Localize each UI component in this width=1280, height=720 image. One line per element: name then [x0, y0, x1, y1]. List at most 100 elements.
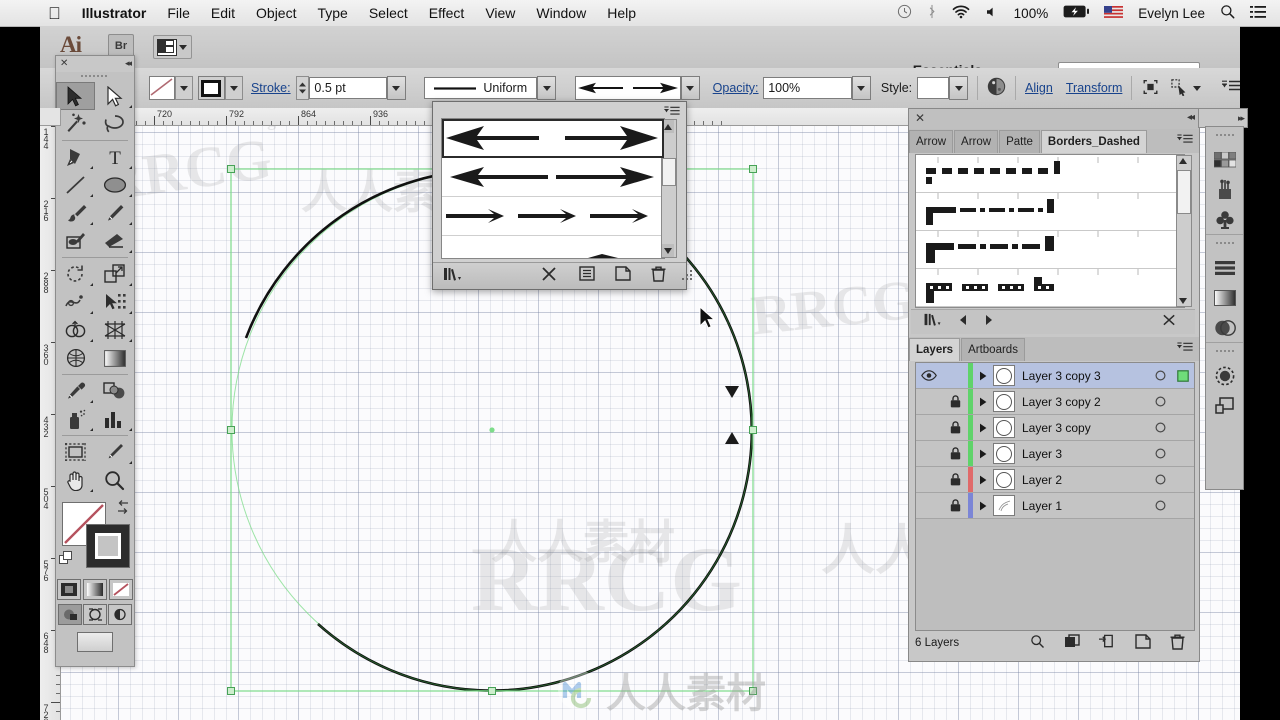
- spotlight-search-icon[interactable]: [1220, 4, 1235, 22]
- ellipse-tool[interactable]: [95, 171, 134, 199]
- clock-icon[interactable]: [897, 4, 912, 22]
- drag-handle[interactable]: [56, 72, 134, 82]
- lock-icon[interactable]: [942, 499, 968, 512]
- borders-dashed-list[interactable]: [915, 154, 1185, 308]
- collapse-to-icons-icon[interactable]: ◂◂: [1187, 112, 1195, 123]
- color-icon[interactable]: [57, 579, 81, 600]
- volume-icon[interactable]: [985, 5, 999, 22]
- recolor-artwork-icon[interactable]: [987, 77, 1006, 99]
- layer-name[interactable]: Layer 3 copy 2: [1022, 395, 1148, 409]
- shape-builder-tool[interactable]: [56, 316, 95, 344]
- scrollbar-thumb[interactable]: [662, 158, 676, 186]
- draw-inside-icon[interactable]: [108, 604, 132, 625]
- appearance-icon[interactable]: [1214, 365, 1236, 386]
- arrange-documents-button[interactable]: [153, 35, 192, 59]
- line-segment-tool[interactable]: [56, 171, 95, 199]
- us-flag-icon[interactable]: [1104, 5, 1124, 21]
- stroke-profile-dropdown[interactable]: [537, 76, 557, 100]
- symbol-sprayer-tool[interactable]: [56, 405, 95, 433]
- brush-row-arrow-triple-small[interactable]: [442, 197, 664, 236]
- delete-brush-icon[interactable]: [651, 266, 666, 287]
- remove-brush-stroke-icon[interactable]: [1162, 313, 1177, 332]
- stroke-weight-value[interactable]: 0.5 pt: [309, 77, 387, 99]
- brushes-icon[interactable]: [1214, 179, 1236, 200]
- panel-menu-icon[interactable]: [1177, 132, 1193, 150]
- menu-file[interactable]: File: [167, 5, 190, 21]
- layers-list[interactable]: Layer 3 copy 3 Layer 3 copy 2 Layer 3 copy…: [915, 362, 1195, 631]
- stroke-black-swatch[interactable]: [86, 524, 130, 568]
- graphic-style-swatch[interactable]: [916, 77, 950, 99]
- free-transform-tool[interactable]: [95, 288, 134, 316]
- align-icon[interactable]: [1214, 257, 1236, 278]
- stroke-swatch-dropdown[interactable]: [224, 76, 243, 100]
- brushes-popup-panel[interactable]: [432, 101, 692, 290]
- brush-libraries-icon[interactable]: [443, 266, 463, 287]
- make-release-clipping-mask-icon[interactable]: [1064, 634, 1080, 652]
- layer-name[interactable]: Layer 3 copy: [1022, 421, 1148, 435]
- border-row-dash-dot[interactable]: [916, 193, 1184, 231]
- lock-icon[interactable]: [942, 447, 968, 460]
- type-tool[interactable]: T: [95, 143, 134, 171]
- stroke-color-swatch[interactable]: [198, 76, 225, 100]
- expand-layer-triangle-icon[interactable]: [973, 501, 993, 511]
- artboard-tool[interactable]: [56, 438, 95, 466]
- opacity-label[interactable]: Opacity:: [713, 81, 759, 95]
- pencil-tool[interactable]: [95, 199, 134, 227]
- new-brush-icon[interactable]: [615, 266, 631, 286]
- close-icon[interactable]: ✕: [60, 58, 68, 69]
- rotate-tool[interactable]: [56, 260, 95, 288]
- brush-row-arrow-double-head-wide[interactable]: [442, 119, 664, 158]
- expand-layer-triangle-icon[interactable]: [973, 397, 993, 407]
- expand-panels-icon[interactable]: ▸▸: [1238, 113, 1245, 124]
- mesh-tool[interactable]: [56, 344, 95, 372]
- battery-charging-icon[interactable]: [1063, 5, 1090, 21]
- tab-arrow-1[interactable]: Arrow: [909, 130, 954, 153]
- wifi-icon[interactable]: [952, 5, 970, 22]
- tab-artboards[interactable]: Artboards: [961, 338, 1025, 361]
- eyedropper-tool[interactable]: [56, 377, 95, 405]
- target-indicator-icon[interactable]: [1148, 370, 1172, 381]
- border-row-dashed-square-dots[interactable]: [916, 155, 1184, 193]
- draw-normal-icon[interactable]: [58, 604, 82, 625]
- selection-tool[interactable]: [56, 82, 95, 110]
- target-indicator-icon[interactable]: [1148, 448, 1172, 459]
- brushes-list[interactable]: [441, 118, 665, 259]
- expand-layer-triangle-icon[interactable]: [973, 449, 993, 459]
- create-new-layer-icon[interactable]: [1135, 634, 1151, 652]
- border-row-dotted-blocks[interactable]: [916, 269, 1184, 307]
- menu-help[interactable]: Help: [607, 5, 636, 21]
- direct-selection-tool[interactable]: [95, 82, 134, 110]
- brush-row-arrow-double-head-thin[interactable]: [442, 158, 664, 197]
- lock-icon[interactable]: [942, 395, 968, 408]
- transparency-icon[interactable]: [1214, 317, 1236, 338]
- layer-row[interactable]: Layer 3 copy 2: [916, 389, 1194, 415]
- perspective-grid-tool[interactable]: [95, 316, 134, 344]
- graphic-styles-icon[interactable]: [1214, 395, 1236, 416]
- layer-name[interactable]: Layer 2: [1022, 473, 1148, 487]
- panel-menu-icon[interactable]: [1222, 80, 1240, 96]
- stroke-weight-dropdown[interactable]: [386, 76, 406, 100]
- layer-name[interactable]: Layer 1: [1022, 499, 1148, 513]
- locate-object-icon[interactable]: [1030, 634, 1045, 652]
- visibility-eye-icon[interactable]: [916, 370, 942, 381]
- draw-behind-icon[interactable]: [83, 604, 107, 625]
- layer-name[interactable]: Layer 3 copy 3: [1022, 369, 1148, 383]
- drag-handle[interactable]: [1215, 239, 1234, 248]
- slice-tool[interactable]: [95, 438, 134, 466]
- brush-libraries-icon[interactable]: [923, 312, 943, 332]
- layer-row[interactable]: Layer 3: [916, 441, 1194, 467]
- opacity-value[interactable]: 100%: [763, 77, 852, 99]
- borders-scrollbar[interactable]: [1176, 155, 1192, 307]
- tab-layers[interactable]: Layers: [909, 338, 961, 361]
- target-indicator-icon[interactable]: [1148, 422, 1172, 433]
- brush-row-arrow-dashed-taper[interactable]: [442, 236, 664, 258]
- target-indicator-icon[interactable]: [1148, 474, 1172, 485]
- select-similar-chevron-down-icon[interactable]: [1193, 85, 1202, 91]
- apple-icon[interactable]: : [48, 5, 61, 22]
- expand-layer-triangle-icon[interactable]: [973, 371, 993, 381]
- stroke-weight-stepper[interactable]: [296, 76, 310, 100]
- menu-type[interactable]: Type: [317, 5, 347, 21]
- brush-definition-dropdown[interactable]: [680, 76, 700, 100]
- menu-edit[interactable]: Edit: [211, 5, 235, 21]
- symbols-icon[interactable]: [1214, 209, 1236, 230]
